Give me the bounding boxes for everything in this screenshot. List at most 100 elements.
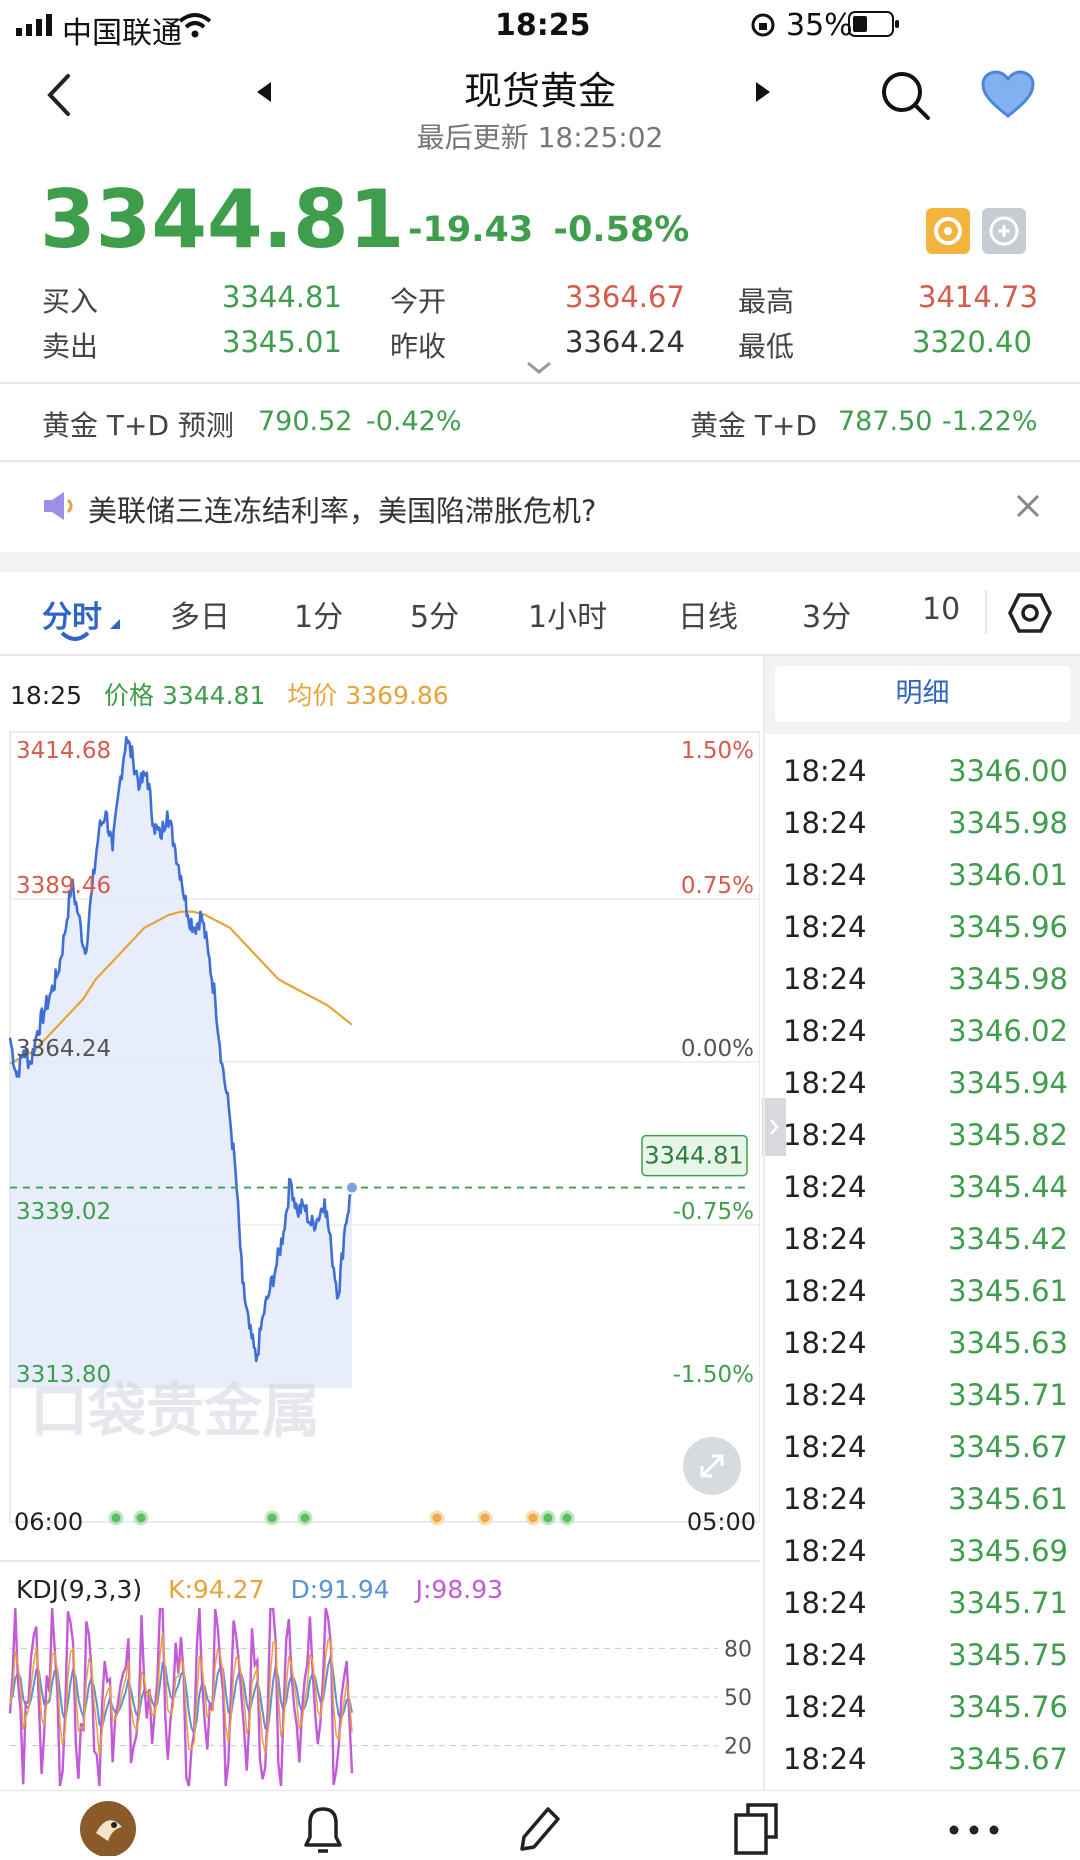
detail-row: 18:24 3345.61: [0, 1482, 1080, 1534]
detail-row: 18:24 3345.63: [0, 1326, 1080, 1378]
change-percent: -0.58%: [553, 210, 690, 250]
detail-price: 3345.98: [948, 962, 1068, 996]
detail-price: 3345.61: [948, 1482, 1068, 1516]
detail-price: 3345.94: [948, 1066, 1068, 1100]
news-headline[interactable]: 美联储三连冻结利率，美国陷滞胀危机?: [88, 488, 596, 530]
detail-price: 3346.02: [948, 1014, 1068, 1048]
carrier-label: 中国联通: [62, 16, 182, 51]
chart-settings-icon[interactable]: [1008, 592, 1052, 638]
price-change: -19.43 -0.58%: [408, 210, 689, 250]
refresh-icon[interactable]: [926, 208, 970, 254]
details-header[interactable]: 明细: [775, 666, 1070, 722]
detail-price: 3345.44: [948, 1170, 1068, 1204]
rotation-lock-icon: [750, 12, 776, 42]
settings-badge-icon[interactable]: [982, 208, 1026, 254]
chart-avg-value: 3369.86: [345, 681, 449, 710]
tab-daily[interactable]: 日线: [678, 592, 738, 636]
more-icon[interactable]: [948, 1821, 1000, 1840]
tab-3min[interactable]: 3分: [802, 592, 851, 636]
detail-time: 18:24: [783, 1638, 867, 1672]
related-name-1[interactable]: 黄金 T+D 预测: [42, 404, 234, 444]
open-label: 今开: [390, 285, 447, 318]
signal-icon: [16, 14, 56, 40]
detail-row: 18:24 3345.61: [0, 1274, 1080, 1326]
current-price: 3344.81: [40, 173, 405, 266]
detail-price: 3345.67: [948, 1742, 1068, 1776]
detail-row: 18:24 3345.96: [0, 910, 1080, 962]
detail-row: 18:24 3346.00: [0, 754, 1080, 806]
detail-price: 3345.96: [948, 910, 1068, 944]
detail-time: 18:24: [783, 1014, 867, 1048]
detail-time: 18:24: [783, 754, 867, 788]
detail-row: 18:24 3345.71: [0, 1586, 1080, 1638]
bid-label: 买入: [42, 285, 99, 318]
detail-price: 3345.61: [948, 1274, 1068, 1308]
detail-row: 18:24 3345.69: [0, 1534, 1080, 1586]
chart-avg-label: 均价: [287, 681, 338, 710]
detail-row: 18:24 3345.71: [0, 1378, 1080, 1430]
detail-price: 3346.01: [948, 858, 1068, 892]
tab-5min[interactable]: 5分: [410, 592, 459, 636]
ask-value: 3345.01: [222, 325, 342, 359]
square-icon[interactable]: [730, 1801, 780, 1860]
detail-time: 18:24: [783, 1274, 867, 1308]
detail-price: 3345.71: [948, 1586, 1068, 1620]
next-instrument-icon[interactable]: [752, 80, 772, 108]
home-eagle-icon[interactable]: [78, 1799, 138, 1860]
tab-10[interactable]: 10: [922, 592, 960, 627]
open-value: 3364.67: [565, 280, 685, 314]
low-value: 3320.40: [912, 325, 1032, 359]
detail-row: 18:24 3345.94: [0, 1066, 1080, 1118]
related-value-2: 787.50: [838, 406, 933, 437]
detail-price: 3345.98: [948, 806, 1068, 840]
detail-price: 3345.42: [948, 1222, 1068, 1256]
detail-row: 18:24 3346.01: [0, 858, 1080, 910]
chart-time: 18:25: [10, 681, 83, 710]
wifi-icon: [178, 12, 212, 42]
bell-icon[interactable]: [298, 1801, 348, 1860]
tab-dropdown-icon[interactable]: [110, 614, 120, 633]
search-icon[interactable]: [878, 68, 934, 128]
detail-row: 18:24 3346.02: [0, 1014, 1080, 1066]
header: 现货黄金 最后更新 18:25:02: [0, 60, 1080, 160]
detail-row: 18:24 3345.67: [0, 1430, 1080, 1482]
status-bar: 中国联通 18:25 35%: [0, 0, 1080, 52]
bid-value: 3344.81: [222, 280, 342, 314]
detail-time: 18:24: [783, 1066, 867, 1100]
detail-time: 18:24: [783, 1742, 867, 1776]
change-value: -19.43: [408, 210, 534, 250]
detail-time: 18:24: [783, 1326, 867, 1360]
detail-price: 3345.75: [948, 1638, 1068, 1672]
tab-multiday[interactable]: 多日: [170, 592, 230, 636]
detail-time: 18:24: [783, 1430, 867, 1464]
related-name-2[interactable]: 黄金 T+D: [690, 404, 817, 444]
detail-price: 3345.76: [948, 1690, 1068, 1724]
detail-price: 3346.00: [948, 754, 1068, 788]
detail-time: 18:24: [783, 1118, 867, 1152]
chart-price-label: 价格: [104, 681, 155, 710]
close-icon[interactable]: [1014, 492, 1042, 524]
detail-time: 18:24: [783, 1586, 867, 1620]
detail-time: 18:24: [783, 1690, 867, 1724]
detail-price: 3345.67: [948, 1430, 1068, 1464]
high-value: 3414.73: [918, 280, 1038, 314]
prev-close-label: 昨收: [390, 330, 447, 363]
speaker-icon: [42, 490, 76, 526]
section-gap: [0, 552, 1080, 572]
pencil-icon[interactable]: [512, 1801, 562, 1860]
related-value-1: 790.52: [258, 406, 353, 437]
detail-price: 3345.69: [948, 1534, 1068, 1568]
detail-row: 18:24 3345.67: [0, 1742, 1080, 1794]
detail-row: 18:24 3345.42: [0, 1222, 1080, 1274]
ask-label: 卖出: [42, 330, 99, 363]
detail-price: 3345.63: [948, 1326, 1068, 1360]
detail-price: 3345.82: [948, 1118, 1068, 1152]
active-tab-indicator: [60, 630, 90, 649]
expand-chevron-icon[interactable]: [526, 360, 552, 379]
related-pct-2: -1.22%: [942, 406, 1038, 437]
tab-1min[interactable]: 1分: [294, 592, 343, 636]
favorite-heart-icon[interactable]: [980, 70, 1036, 124]
detail-time: 18:24: [783, 910, 867, 944]
tab-1hour[interactable]: 1小时: [528, 592, 607, 636]
detail-time: 18:24: [783, 1482, 867, 1516]
